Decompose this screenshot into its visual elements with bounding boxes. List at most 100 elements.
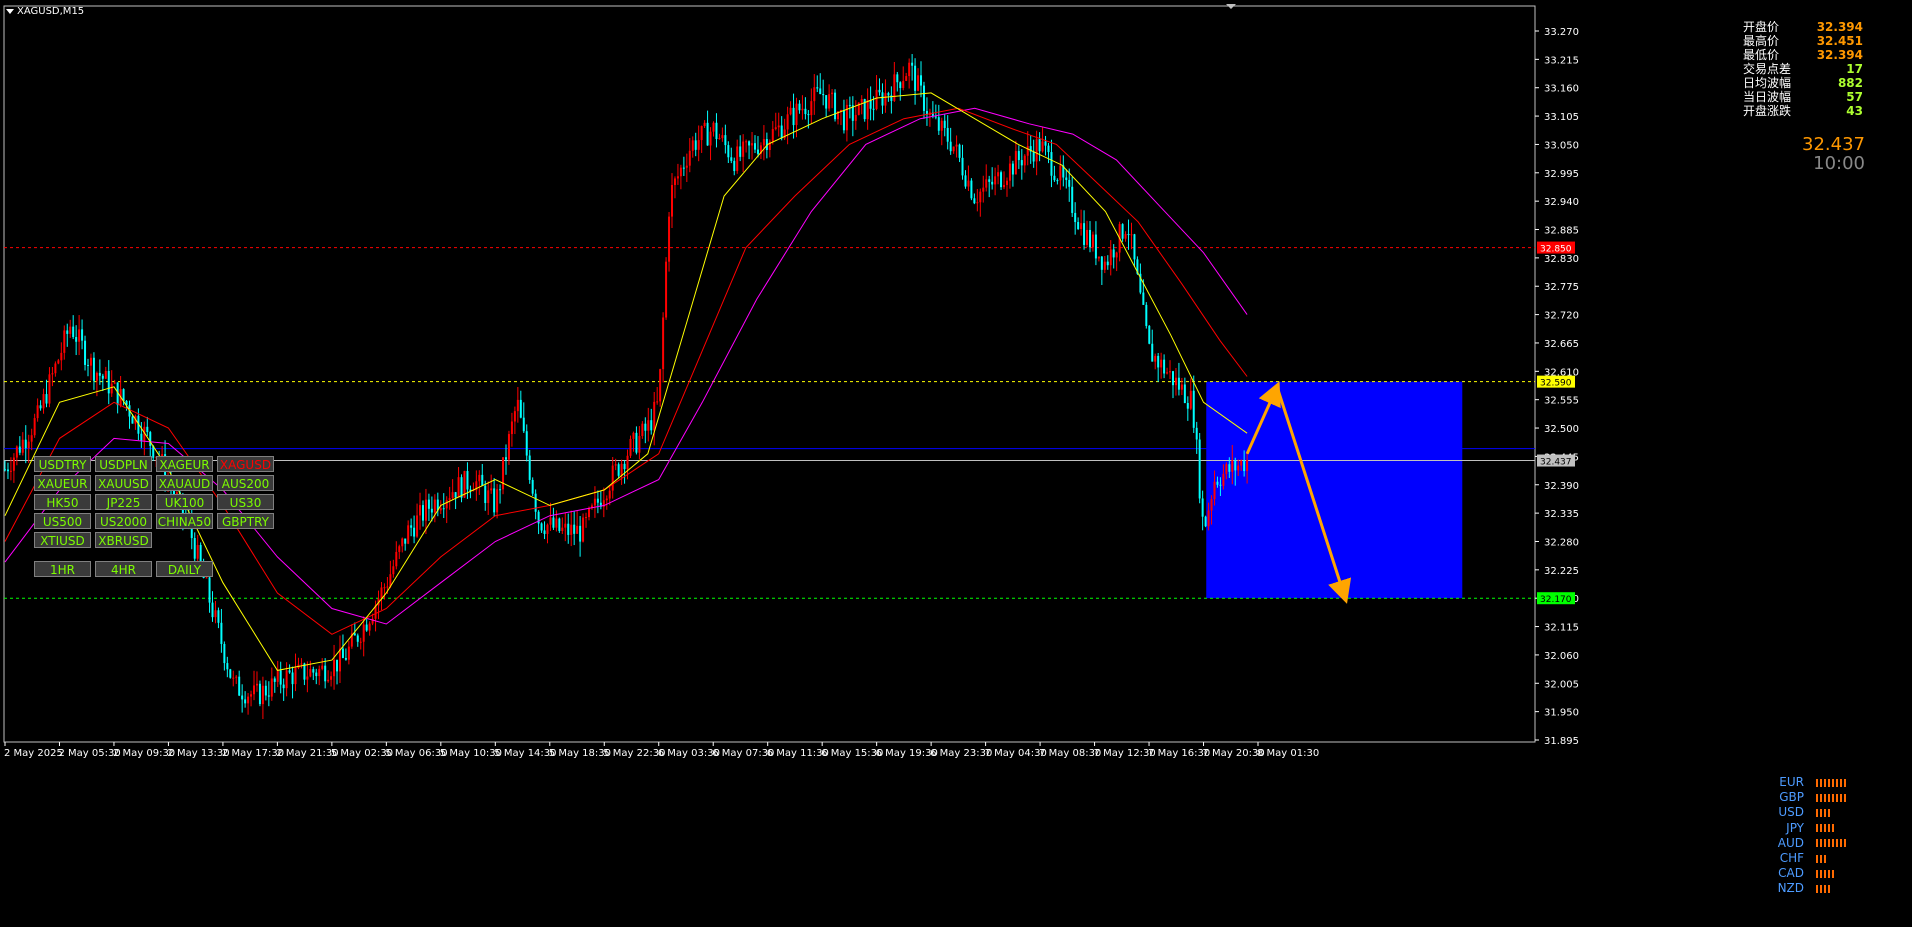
candle-body <box>1005 180 1008 185</box>
candle-body <box>223 643 226 664</box>
candle-body <box>810 101 813 116</box>
strength-bar <box>1816 839 1818 848</box>
candle-body <box>315 672 318 677</box>
candle-body <box>673 178 676 186</box>
symbol-button-china50[interactable]: CHINA50 <box>156 513 213 529</box>
x-tick-label: 6 May 19:30 <box>876 748 938 759</box>
symbol-title[interactable]: XAGUSD,M15 <box>6 6 84 17</box>
candle-body <box>1222 473 1225 486</box>
candle-body <box>1231 460 1234 472</box>
symbol-button-aus200[interactable]: AUS200 <box>217 475 274 491</box>
y-tick-label: 32.830 <box>1544 254 1579 265</box>
symbol-button-xauusd[interactable]: XAUUSD <box>95 475 152 491</box>
candle-body <box>104 370 107 379</box>
y-tick-label: 32.500 <box>1544 424 1579 435</box>
candle-body <box>682 167 685 169</box>
strength-row: GBP <box>1764 790 1850 805</box>
candle-body <box>955 144 958 147</box>
strength-bars <box>1816 854 1850 863</box>
symbol-button-uk100[interactable]: UK100 <box>156 494 213 510</box>
candle-body <box>979 191 982 203</box>
candle-body <box>380 587 383 599</box>
candle-body <box>629 438 632 456</box>
strength-bar <box>1836 839 1838 848</box>
info-value: 17 <box>1846 62 1863 76</box>
strength-row: CHF <box>1764 851 1850 866</box>
candle-body <box>558 518 561 531</box>
symbol-button-usdtry[interactable]: USDTRY <box>34 456 91 472</box>
x-tick-label: 5 May 10:30 <box>440 748 502 759</box>
candle-body <box>893 74 896 101</box>
candle-body <box>285 670 288 689</box>
y-tick-label: 32.720 <box>1544 311 1579 322</box>
y-tick-label: 32.775 <box>1544 282 1579 293</box>
x-tick-label: 7 May 12:30 <box>1094 748 1156 759</box>
y-tick-label: 31.950 <box>1544 708 1579 719</box>
candle-body <box>1014 151 1017 175</box>
symbol-button-usdpln[interactable]: USDPLN <box>95 456 152 472</box>
candle-body <box>958 144 961 158</box>
candle-body <box>258 683 261 705</box>
symbol-button-us500[interactable]: US500 <box>34 513 91 529</box>
symbol-button-xtiusd[interactable]: XTIUSD <box>34 532 91 548</box>
candle-body <box>1059 165 1062 181</box>
symbol-button-xauaud[interactable]: XAUAUD <box>156 475 213 491</box>
candle-body <box>439 508 442 511</box>
candle-body <box>235 676 238 678</box>
symbol-button-xagusd[interactable]: XAGUSD <box>217 456 274 472</box>
candle-body <box>276 670 279 682</box>
x-tick-label: 7 May 04:30 <box>985 748 1047 759</box>
info-value: 882 <box>1837 76 1863 90</box>
candle-body <box>899 82 902 89</box>
strength-row: EUR <box>1764 775 1850 790</box>
info-label: 日均波幅 <box>1743 76 1792 90</box>
candle-body <box>528 455 531 480</box>
symbol-button-jp225[interactable]: JP225 <box>95 494 152 510</box>
symbol-button-xbrusd[interactable]: XBRUSD <box>95 532 152 548</box>
strength-row: CAD <box>1764 866 1850 881</box>
candle-body <box>727 145 730 158</box>
candle-body <box>321 665 324 669</box>
candle-body <box>1115 252 1118 258</box>
candle-body <box>42 394 45 409</box>
timeframe-button-daily[interactable]: DAILY <box>156 561 213 577</box>
candle-body <box>914 65 917 91</box>
candle-body <box>392 566 395 575</box>
candle-body <box>1050 152 1053 176</box>
candle-body <box>229 669 232 678</box>
symbol-button-xaueur[interactable]: XAUEUR <box>34 475 91 491</box>
candle-body <box>842 110 845 131</box>
timeframe-button-1hr[interactable]: 1HR <box>34 561 91 577</box>
symbol-button-us2000[interactable]: US2000 <box>95 513 152 529</box>
x-tick-label: 8 May 01:30 <box>1257 748 1319 759</box>
candle-body <box>333 659 336 677</box>
symbol-button-xageur[interactable]: XAGEUR <box>156 456 213 472</box>
symbol-button-hk50[interactable]: HK50 <box>34 494 91 510</box>
symbol-button-gbptry[interactable]: GBPTRY <box>217 513 274 529</box>
candle-body <box>113 382 116 384</box>
strength-bar <box>1820 793 1822 802</box>
candle-body <box>1160 359 1163 368</box>
candle-body <box>490 488 493 491</box>
candle-body <box>632 432 635 439</box>
candle-body <box>1106 261 1109 266</box>
symbol-button-us30[interactable]: US30 <box>217 494 274 510</box>
strength-bar <box>1820 884 1822 893</box>
x-tick-label: 6 May 15:30 <box>821 748 883 759</box>
candle-body <box>946 127 949 142</box>
candle-body <box>694 140 697 150</box>
candle-body <box>1026 146 1029 156</box>
candle-body <box>878 89 881 93</box>
timeframe-button-4hr[interactable]: 4HR <box>95 561 152 577</box>
strength-bar <box>1832 839 1834 848</box>
candle-body <box>848 104 851 106</box>
candle-body <box>922 85 925 111</box>
candle-body <box>1088 229 1091 248</box>
candle-body <box>1068 179 1071 187</box>
chevron-down-icon[interactable] <box>6 8 14 14</box>
candle-body <box>834 92 837 120</box>
strength-bar <box>1828 808 1830 817</box>
info-row: 最高价 32.451 <box>1743 34 1863 48</box>
candle-body <box>896 74 899 83</box>
candle-body <box>546 524 549 534</box>
